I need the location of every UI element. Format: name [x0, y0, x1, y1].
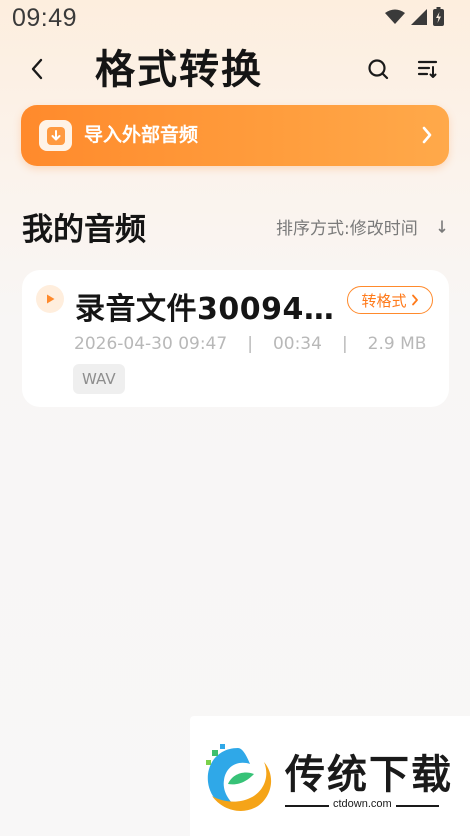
back-button[interactable] [22, 54, 52, 84]
watermark: 传统下载 ctdown.com [190, 716, 470, 836]
status-time: 09:49 [12, 4, 78, 32]
page-title: 格式转换 [95, 47, 263, 93]
file-name: 录音文件30094… [75, 292, 335, 327]
search-button[interactable] [363, 54, 393, 84]
chevron-right-icon [411, 294, 418, 306]
convert-format-label: 转格式 [361, 291, 407, 310]
import-external-audio-button[interactable]: 导入外部音频 [21, 105, 449, 166]
file-meta: 2026-04-30 09:47 | 00:34 | 2.9 MB [74, 334, 426, 354]
chevron-right-icon [422, 126, 432, 144]
status-icons [385, 7, 444, 26]
signal-icon [411, 8, 427, 25]
chevron-left-icon [31, 58, 43, 80]
battery-icon [433, 7, 444, 26]
watermark-text: 传统下载 [285, 752, 453, 798]
search-icon [368, 59, 389, 80]
watermark-url: ctdown.com [329, 798, 396, 810]
section-title: 我的音频 [22, 212, 146, 248]
convert-format-button[interactable]: 转格式 [347, 286, 433, 314]
watermark-logo-icon [206, 744, 272, 811]
sort-list-icon [417, 60, 438, 78]
play-button[interactable] [36, 285, 64, 313]
header: 格式转换 [0, 42, 470, 98]
import-icon [39, 120, 72, 151]
file-duration: 00:34 [272, 334, 322, 354]
file-size: 2.9 MB [367, 334, 427, 354]
sort-arrow-icon[interactable] [438, 220, 446, 234]
status-bar: 09:49 [0, 0, 470, 40]
download-icon [46, 126, 65, 145]
format-badge: WAV [73, 364, 125, 394]
audio-file-card[interactable]: 录音文件30094… 转格式 2026-04-30 09:47 | 00:34 … [22, 270, 449, 407]
sort-menu-button[interactable] [413, 54, 443, 84]
file-date: 2026-04-30 09:47 [74, 334, 228, 354]
import-label: 导入外部音频 [84, 124, 199, 146]
wifi-icon [385, 9, 405, 24]
meta-separator: | [247, 334, 253, 354]
meta-separator: | [341, 334, 348, 354]
play-icon [47, 294, 55, 304]
sort-option-label[interactable]: 排序方式:修改时间 [276, 214, 418, 239]
